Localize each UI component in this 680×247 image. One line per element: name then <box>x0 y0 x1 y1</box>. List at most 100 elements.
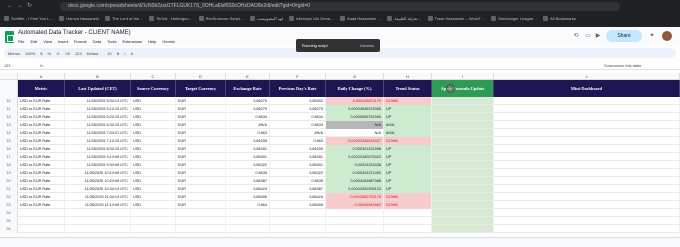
cell[interactable] <box>432 201 494 209</box>
cell-tgt[interactable]: EUR <box>176 153 226 161</box>
cell-tgt[interactable] <box>176 217 226 225</box>
cell-trend[interactable]: UP <box>384 161 432 169</box>
cell-tgt[interactable]: EUR <box>176 121 226 129</box>
cell-updated[interactable]: 11/26/2025 9:14:08 UTC <box>65 153 131 161</box>
cell-metric[interactable]: USD to EUR Rate <box>18 201 65 209</box>
cell-rate[interactable] <box>226 225 270 233</box>
reload-icon[interactable]: ↻ <box>26 3 33 10</box>
row-number[interactable]: 23 <box>0 201 18 209</box>
row-number[interactable]: 18 <box>0 161 18 169</box>
cell-change[interactable]: 0.00024333438 <box>326 161 384 169</box>
address-bar[interactable]: docs.google.com/spreadsheets/d/1cN0b2zsd… <box>60 2 620 11</box>
cell-prev[interactable]: 0.86281 <box>270 153 326 161</box>
cell[interactable] <box>494 193 680 201</box>
table-header-cell[interactable]: Metric <box>18 80 65 97</box>
table-header-cell[interactable]: Apply Formula Update <box>432 80 494 97</box>
cell-metric[interactable]: USD to EUR Rate <box>18 137 65 145</box>
cell[interactable] <box>432 145 494 153</box>
cell-rate[interactable]: #N/A <box>226 121 270 129</box>
table-header-cell[interactable]: Target Currency <box>176 80 226 97</box>
row-number[interactable]: 26 <box>0 225 18 233</box>
cell-change[interactable] <box>326 209 384 217</box>
document-title[interactable]: Automated Data Tracker - CLIENT NAME) <box>18 30 131 36</box>
cell-rate[interactable]: 0.8634 <box>226 113 270 121</box>
toolbar-item[interactable]: Menus <box>8 51 20 56</box>
cell[interactable] <box>432 105 494 113</box>
cell-prev[interactable]: 0.863 <box>270 137 326 145</box>
cell-updated[interactable]: 11/26/2025 5:04:14 UTC <box>65 97 131 105</box>
cell-src[interactable] <box>131 225 176 233</box>
cell-prev[interactable] <box>270 225 326 233</box>
comment-icon[interactable]: ▭ <box>584 32 592 40</box>
bookmark-item[interactable]: TikTok · Hebergon… <box>149 16 193 21</box>
cell-updated[interactable]: 11/26/2025 7:04:21 UTC <box>65 129 131 137</box>
cell-src[interactable]: USD <box>131 169 176 177</box>
cell-tgt[interactable]: EUR <box>176 169 226 177</box>
cell[interactable] <box>494 177 680 185</box>
cell-rate[interactable]: 0.86322 <box>226 161 270 169</box>
name-box[interactable]: J23 <box>4 63 34 69</box>
cell[interactable] <box>494 217 680 225</box>
column-header-d[interactable]: D <box>176 73 226 80</box>
cell-prev[interactable]: 0.86424 <box>270 193 326 201</box>
cell-prev[interactable]: #N/A <box>270 129 326 137</box>
column-header-g[interactable]: G <box>326 73 384 80</box>
column-header-c[interactable]: C <box>131 73 176 80</box>
cell[interactable] <box>432 177 494 185</box>
cell-prev[interactable] <box>270 209 326 217</box>
row-number[interactable]: 16 <box>0 145 18 153</box>
cell-prev[interactable]: 0.86301 <box>270 161 326 169</box>
bookmark-item[interactable]: The Lord of the… <box>104 16 143 21</box>
cell-src[interactable]: USD <box>131 129 176 137</box>
cell-metric[interactable]: USD to EUR Rate <box>18 161 65 169</box>
video-call-icon[interactable]: ▶ <box>594 32 602 40</box>
cell-prev[interactable]: 0.86275 <box>270 105 326 113</box>
cell[interactable] <box>432 193 494 201</box>
summarize-table-button[interactable]: Summarize this table <box>604 63 641 68</box>
row-number[interactable]: 17 <box>0 153 18 161</box>
cell-updated[interactable] <box>65 209 131 217</box>
cell-change[interactable]: N/A <box>326 129 384 137</box>
toolbar-item[interactable]: 123 <box>75 51 82 56</box>
cell-prev[interactable]: 0.86322 <box>270 169 326 177</box>
cell[interactable] <box>494 105 680 113</box>
cell-tgt[interactable] <box>176 225 226 233</box>
row-number[interactable]: 19 <box>0 169 18 177</box>
cell-trend[interactable]: UP <box>384 153 432 161</box>
table-header-cell[interactable]: Previous Day's Rate <box>270 80 326 97</box>
cell-change[interactable]: -0.00052346516427 <box>326 137 384 145</box>
toolbar-item[interactable]: Defaul… <box>87 51 103 56</box>
bookmark-item[interactable]: لوه المفنوبيست <box>249 16 283 21</box>
menu-item-data[interactable]: Data <box>93 39 101 44</box>
cell-src[interactable]: USD <box>131 161 176 169</box>
cell[interactable] <box>432 185 494 193</box>
cell-rate[interactable] <box>226 209 270 217</box>
cell-rate[interactable]: 0.86255 <box>226 137 270 145</box>
cell-tgt[interactable]: EUR <box>176 105 226 113</box>
cell[interactable] <box>494 121 680 129</box>
menu-item-edit[interactable]: Edit <box>30 39 37 44</box>
toast-dismiss-button[interactable]: Dismiss <box>360 39 374 52</box>
cell-tgt[interactable]: EUR <box>176 113 226 121</box>
forward-icon[interactable]: → <box>16 3 23 10</box>
cell-metric[interactable]: USD to EUR Rate <box>18 129 65 137</box>
toolbar-item[interactable]: 100% <box>25 51 35 56</box>
cell-prev[interactable]: 0.8635 <box>270 177 326 185</box>
sheets-logo-icon[interactable] <box>5 31 14 43</box>
cell-metric[interactable]: USD to EUR Rate <box>18 153 65 161</box>
table-header-cell[interactable]: Source Currency <box>131 80 176 97</box>
table-header-cell[interactable]: Last Updated (CET) <box>65 80 131 97</box>
cell-tgt[interactable]: EUR <box>176 161 226 169</box>
row-number[interactable]: 11 <box>0 105 18 113</box>
cell-updated[interactable]: 11/26/2025 10:14:08 UTC <box>65 169 131 177</box>
cell[interactable] <box>494 153 680 161</box>
cell-rate[interactable]: 0.864 <box>226 201 270 209</box>
bookmark-item[interactable]: تجرقة الطبيعة… <box>387 16 422 21</box>
cell-rate[interactable]: 0.863 <box>226 129 270 137</box>
cell-metric[interactable] <box>18 217 65 225</box>
cell-prev[interactable]: 0.86387 <box>270 185 326 193</box>
cell-trend[interactable] <box>384 225 432 233</box>
bookmark-item[interactable]: All Bookmarks <box>543 16 576 21</box>
bookmark-item[interactable]: Saad Hassanein … <box>339 16 381 21</box>
cell-tgt[interactable] <box>176 209 226 217</box>
